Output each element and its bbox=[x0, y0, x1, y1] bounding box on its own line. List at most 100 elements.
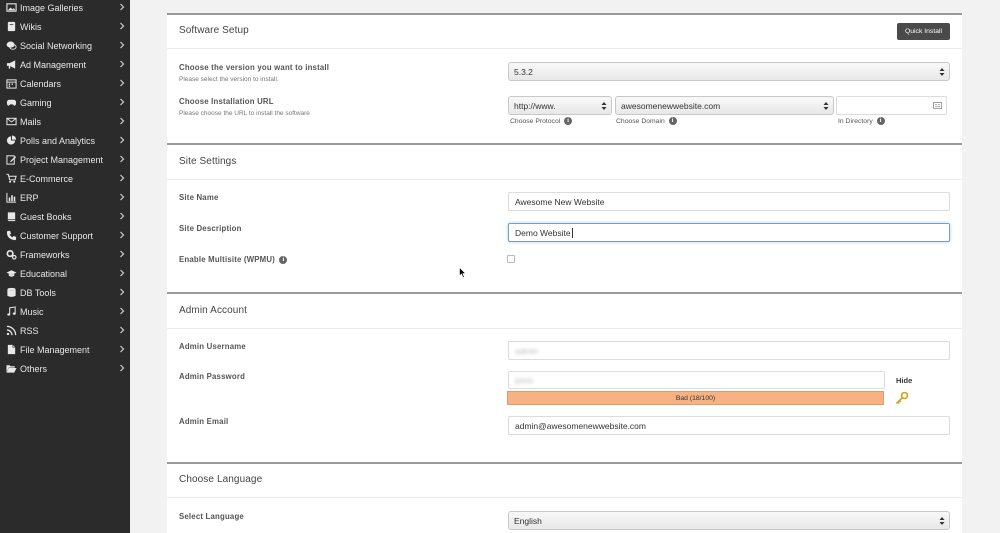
directory-input[interactable] bbox=[836, 96, 947, 115]
sidebar-item-label: Educational bbox=[20, 268, 68, 279]
phone-icon bbox=[5, 230, 17, 241]
sidebar-item-customer-support[interactable]: Customer Support bbox=[0, 226, 130, 245]
sidebar-item-label: Gaming bbox=[20, 97, 52, 108]
admin-email-input[interactable]: admin@awesomenewwebsite.com bbox=[508, 416, 950, 435]
sidebar-item-label: E-Commerce bbox=[20, 173, 74, 184]
cart-icon bbox=[5, 173, 17, 184]
sidebar-item-label: Calendars bbox=[20, 78, 62, 89]
chevron-right-icon bbox=[118, 1, 126, 13]
section-divider bbox=[167, 497, 962, 498]
sidebar-item-polls-and-analytics[interactable]: Polls and Analytics bbox=[0, 131, 130, 150]
sidebar-item-wikis[interactable]: Wikis bbox=[0, 17, 130, 36]
site-description-value: Demo Website bbox=[515, 227, 571, 238]
install-form: Software Setup Quick Install Choose the … bbox=[167, 13, 962, 533]
chevron-right-icon bbox=[118, 191, 126, 203]
section-divider bbox=[167, 328, 962, 329]
admin-email-value: admin@awesomenewwebsite.com bbox=[515, 420, 646, 431]
url-label: Choose Installation URL bbox=[179, 97, 274, 106]
domain-select[interactable]: awesomenewwebsite.com bbox=[615, 96, 834, 115]
sidebar-item-educational[interactable]: Educational bbox=[0, 264, 130, 283]
site-description-input[interactable]: Demo Website bbox=[508, 223, 950, 242]
music-icon bbox=[5, 306, 17, 317]
section-border bbox=[167, 462, 962, 464]
chevron-right-icon bbox=[118, 229, 126, 241]
chevron-right-icon bbox=[118, 305, 126, 317]
sidebar-item-mails[interactable]: Mails bbox=[0, 112, 130, 131]
password-strength-meter: Bad (18/100) bbox=[507, 391, 884, 405]
chevron-right-icon bbox=[118, 77, 126, 89]
sidebar-item-project-management[interactable]: Project Management bbox=[0, 150, 130, 169]
sidebar-item-frameworks[interactable]: Frameworks bbox=[0, 245, 130, 264]
software-setup-title: Software Setup bbox=[179, 25, 249, 36]
version-select[interactable]: 5.3.2 bbox=[508, 62, 950, 81]
admin-password-value: pass bbox=[515, 375, 533, 385]
site-name-label: Site Name bbox=[179, 193, 219, 202]
sidebar-item-others[interactable]: Others bbox=[0, 359, 130, 378]
sidebar-item-guest-books[interactable]: Guest Books bbox=[0, 207, 130, 226]
sidebar-item-image-galleries[interactable]: Image Galleries bbox=[0, 0, 130, 17]
envelope-icon bbox=[5, 116, 17, 127]
domain-caption: Choose Domain i bbox=[616, 117, 677, 125]
info-icon[interactable]: i bbox=[876, 117, 885, 125]
directory-caption: In Directory i bbox=[838, 117, 885, 125]
multisite-label: Enable Multisite (WPMU) i bbox=[179, 255, 288, 264]
sidebar-item-file-management[interactable]: File Management bbox=[0, 340, 130, 359]
admin-password-input[interactable]: pass bbox=[508, 371, 885, 389]
admin-username-input[interactable]: admin bbox=[508, 341, 950, 360]
chevron-right-icon bbox=[118, 115, 126, 127]
sidebar-item-gaming[interactable]: Gaming bbox=[0, 93, 130, 112]
chevron-right-icon bbox=[118, 153, 126, 165]
site-name-input[interactable]: Awesome New Website bbox=[508, 192, 950, 211]
admin-email-label: Admin Email bbox=[179, 417, 229, 426]
chevron-right-icon bbox=[118, 343, 126, 355]
admin-password-label: Admin Password bbox=[179, 372, 246, 381]
hide-password-link[interactable]: Hide bbox=[896, 376, 912, 385]
multisite-label-text: Enable Multisite (WPMU) bbox=[179, 255, 275, 264]
version-label: Choose the version you want to install bbox=[179, 63, 330, 72]
version-sublabel: Please select the version to install. bbox=[179, 76, 279, 83]
protocol-caption: Choose Protocol i bbox=[510, 117, 573, 125]
sidebar-item-label: Mails bbox=[20, 116, 42, 127]
language-select[interactable]: English bbox=[508, 511, 950, 530]
chevron-right-icon bbox=[118, 324, 126, 336]
domain-value: awesomenewwebsite.com bbox=[621, 100, 721, 111]
section-border bbox=[167, 292, 962, 294]
sidebar-item-music[interactable]: Music bbox=[0, 302, 130, 321]
graduation-cap-icon bbox=[5, 268, 17, 279]
multisite-checkbox[interactable] bbox=[507, 255, 515, 263]
chevron-right-icon bbox=[118, 210, 126, 222]
sidebar-item-label: Project Management bbox=[20, 154, 104, 165]
key-icon[interactable] bbox=[895, 391, 909, 405]
sidebar-item-label: Guest Books bbox=[20, 211, 72, 222]
sidebar-item-social-networking[interactable]: Social Networking bbox=[0, 36, 130, 55]
chevron-right-icon bbox=[118, 39, 126, 51]
sidebar-item-e-commerce[interactable]: E-Commerce bbox=[0, 169, 130, 188]
choose-language-title: Choose Language bbox=[179, 474, 263, 485]
quick-install-button[interactable]: Quick Install bbox=[897, 23, 950, 40]
main-content: Software Setup Quick Install Choose the … bbox=[130, 0, 1000, 533]
admin-username-value: admin bbox=[515, 345, 539, 356]
mouse-pointer-icon bbox=[459, 265, 467, 278]
language-value: English bbox=[514, 515, 542, 526]
info-icon[interactable]: i bbox=[564, 117, 573, 125]
comments-icon bbox=[5, 40, 17, 51]
image-icon bbox=[5, 2, 17, 13]
site-name-value: Awesome New Website bbox=[515, 196, 605, 207]
sidebar-item-calendars[interactable]: Calendars bbox=[0, 74, 130, 93]
info-icon[interactable]: i bbox=[668, 117, 677, 125]
sidebar-item-erp[interactable]: ERP bbox=[0, 188, 130, 207]
admin-account-title: Admin Account bbox=[179, 305, 248, 316]
gamepad-icon bbox=[5, 97, 17, 108]
sidebar-item-ad-management[interactable]: Ad Management bbox=[0, 55, 130, 74]
sidebar-item-label: DB Tools bbox=[20, 287, 56, 298]
protocol-select[interactable]: http://www. bbox=[508, 96, 612, 115]
sidebar-item-label: Social Networking bbox=[20, 40, 93, 51]
info-icon[interactable]: i bbox=[279, 255, 288, 264]
cogs-icon bbox=[5, 249, 17, 260]
chevron-right-icon bbox=[118, 248, 126, 260]
select-language-label: Select Language bbox=[179, 512, 244, 521]
admin-username-label: Admin Username bbox=[179, 342, 246, 351]
sidebar-item-rss[interactable]: RSS bbox=[0, 321, 130, 340]
chevron-right-icon bbox=[118, 20, 126, 32]
sidebar-item-db-tools[interactable]: DB Tools bbox=[0, 283, 130, 302]
